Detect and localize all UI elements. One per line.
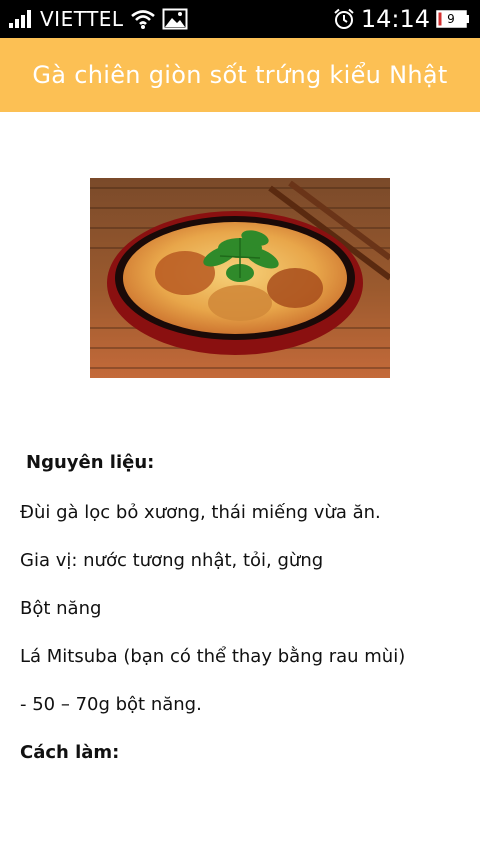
clock: 14:14 [360,5,430,33]
method-heading: Cách làm: [20,742,120,763]
status-left-group: VIETTEL [8,0,188,38]
page-title: Gà chiên giòn sốt trứng kiểu Nhật [32,61,448,89]
battery-icon: 9 [436,10,470,28]
ingredient-line: Đùi gà lọc bỏ xương, thái miếng vừa ăn. [20,502,381,523]
carrier-name: VIETTEL [40,7,124,31]
status-bar: VIETTEL 14:14 9 [0,0,480,38]
ingredient-line: - 50 – 70g bột năng. [20,694,202,715]
wifi-icon [130,8,156,30]
app-bar: Gà chiên giòn sốt trứng kiểu Nhật [0,38,480,112]
ingredients-heading: Nguyên liệu: [26,452,155,473]
dish-photo [90,178,390,378]
ingredient-line: Gia vị: nước tương nhật, tỏi, gừng [20,550,324,571]
signal-icon [8,9,34,29]
ingredient-line: Lá Mitsuba (bạn có thể thay bằng rau mùi… [20,646,406,667]
gallery-icon [162,8,188,30]
alarm-icon [333,8,355,30]
article-content: Nguyên liệu: Đùi gà lọc bỏ xương, thái m… [0,112,480,854]
ingredient-line: Bột năng [20,598,102,619]
battery-level-text: 9 [447,12,455,26]
status-right-group: 14:14 9 [333,0,470,38]
